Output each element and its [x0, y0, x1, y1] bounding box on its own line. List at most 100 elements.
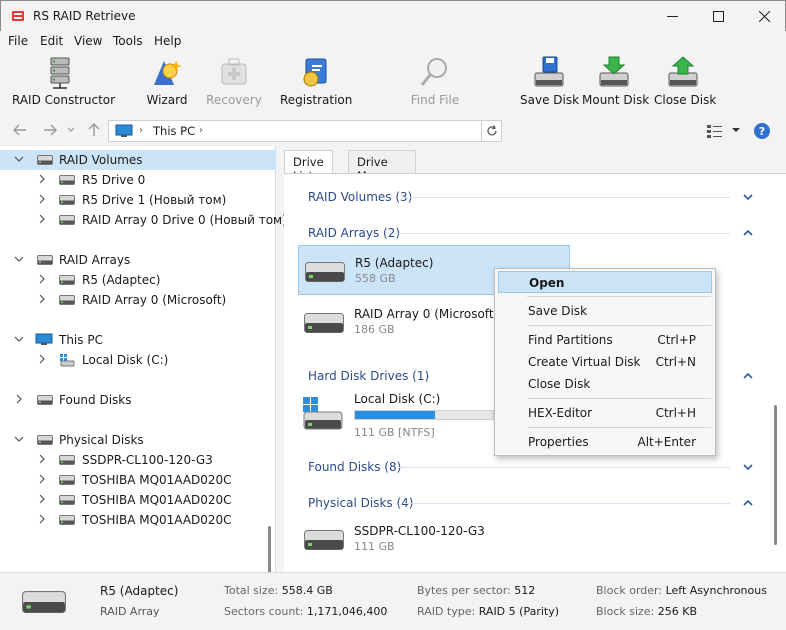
- menu-item-properties[interactable]: Properties Alt+Enter: [498, 431, 712, 453]
- menu-help[interactable]: Help: [154, 34, 181, 48]
- menu-item-find-partitions[interactable]: Find Partitions Ctrl+P: [498, 329, 712, 351]
- tree-item-volume[interactable]: R5 Drive 1 (Новый том): [0, 190, 276, 210]
- help-icon[interactable]: ?: [753, 122, 771, 140]
- chevron-right-icon[interactable]: [37, 194, 47, 204]
- chevron-down-icon[interactable]: [14, 334, 24, 344]
- menu-tools[interactable]: Tools: [113, 34, 143, 48]
- tree-item-physical-disk[interactable]: TOSHIBA MQ01AAD020C: [0, 510, 276, 530]
- collapse-chevron-icon[interactable]: [743, 229, 753, 237]
- close-disk-button[interactable]: Close Disk: [654, 55, 717, 113]
- tree-item-volume[interactable]: RAID Array 0 Drive 0 (Новый том): [0, 210, 287, 230]
- expand-chevron-icon[interactable]: [743, 193, 753, 201]
- chevron-right-icon[interactable]: [37, 294, 47, 304]
- close-disk-label: Close Disk: [654, 93, 717, 107]
- chevron-right-icon[interactable]: [37, 214, 47, 224]
- minimize-button[interactable]: [649, 1, 695, 32]
- address-bar[interactable]: › This PC ›: [108, 120, 502, 142]
- menu-view[interactable]: View: [74, 34, 102, 48]
- status-block-order: Block order: Left Asynchronous: [596, 584, 767, 597]
- disk-icon: [59, 175, 75, 185]
- section-found-disks[interactable]: Found Disks (8): [308, 460, 401, 474]
- tree-item-physical-disk[interactable]: TOSHIBA MQ01AAD020C: [0, 470, 276, 490]
- menu-item-hex-editor[interactable]: HEX-Editor Ctrl+H: [498, 402, 712, 424]
- status-key: Bytes per sector:: [417, 584, 511, 597]
- tree-item-label: SSDPR-CL100-120-G3: [82, 453, 213, 467]
- hard-disk-icon: [304, 530, 344, 550]
- section-raid-volumes[interactable]: RAID Volumes (3): [308, 190, 412, 204]
- status-panel: R5 (Adaptec) RAID Array Total size: 558.…: [0, 572, 786, 630]
- close-icon: [758, 11, 770, 22]
- maximize-button[interactable]: [695, 1, 741, 32]
- breadcrumb-separator-icon: ›: [139, 125, 143, 136]
- tree-item-physical-disk[interactable]: TOSHIBA MQ01AAD020C: [0, 490, 276, 510]
- tab-drive-manager[interactable]: Drive Manager: [348, 150, 417, 183]
- tree-item-physical-disks[interactable]: Physical Disks: [0, 430, 276, 450]
- chevron-down-icon[interactable]: [14, 154, 24, 164]
- back-arrow-icon[interactable]: [12, 122, 28, 138]
- menu-item-open[interactable]: Open: [498, 271, 712, 293]
- tree-item-raid-volumes[interactable]: RAID Volumes: [0, 150, 276, 170]
- save-disk-button[interactable]: Save Disk: [520, 55, 579, 113]
- expand-chevron-icon[interactable]: [743, 463, 753, 471]
- chevron-right-icon[interactable]: [37, 174, 47, 184]
- tree-item-local-disk[interactable]: Local Disk (C:): [0, 350, 276, 370]
- collapse-chevron-icon[interactable]: [743, 372, 753, 380]
- tab-drive-list[interactable]: Drive List: [284, 150, 333, 183]
- tree-item-label: R5 Drive 1 (Новый том): [82, 193, 227, 207]
- breadcrumb-this-pc[interactable]: This PC: [153, 124, 195, 138]
- section-raid-arrays[interactable]: RAID Arrays (2): [308, 226, 400, 240]
- tree-item-raid-arrays[interactable]: RAID Arrays: [0, 250, 276, 270]
- menu-item-close-disk[interactable]: Close Disk: [498, 373, 712, 395]
- tree-item-array[interactable]: R5 (Adaptec): [0, 270, 276, 290]
- tree-item-array[interactable]: RAID Array 0 (Microsoft): [0, 290, 276, 310]
- drive-name: SSDPR-CL100-120-G3: [354, 524, 485, 538]
- chevron-down-icon[interactable]: [14, 254, 24, 264]
- forward-arrow-icon[interactable]: [42, 122, 58, 138]
- wizard-button[interactable]: Wizard: [144, 55, 190, 113]
- list-scrollbar[interactable]: [774, 405, 777, 545]
- chevron-down-icon[interactable]: [14, 434, 24, 444]
- mount-disk-button[interactable]: Mount Disk: [582, 55, 649, 113]
- up-arrow-icon[interactable]: [86, 122, 102, 138]
- chevron-right-icon[interactable]: [37, 514, 47, 524]
- history-dropdown-icon[interactable]: [66, 122, 76, 138]
- raid-constructor-button[interactable]: RAID Constructor: [12, 55, 115, 113]
- menu-item-save-disk[interactable]: Save Disk: [498, 300, 712, 322]
- chevron-right-icon[interactable]: [37, 354, 47, 364]
- menu-edit[interactable]: Edit: [40, 34, 63, 48]
- tree-scrollbar[interactable]: [268, 526, 271, 576]
- tree-item-volume[interactable]: R5 Drive 0: [0, 170, 276, 190]
- drive-size: 558 GB: [355, 272, 396, 285]
- find-file-button[interactable]: Find File: [408, 55, 462, 113]
- menu-item-create-virtual-disk[interactable]: Create Virtual Disk Ctrl+N: [498, 351, 712, 373]
- section-hard-disk-drives[interactable]: Hard Disk Drives (1): [308, 369, 429, 383]
- registration-button[interactable]: Registration: [280, 55, 352, 113]
- menu-file[interactable]: File: [8, 34, 28, 48]
- view-mode-dropdown-icon[interactable]: [731, 126, 741, 134]
- tree-item-physical-disk[interactable]: SSDPR-CL100-120-G3: [0, 450, 276, 470]
- section-divider: [398, 467, 730, 468]
- tree-item-found-disks[interactable]: Found Disks: [0, 390, 276, 410]
- chevron-right-icon[interactable]: [14, 394, 24, 404]
- close-window-button[interactable]: [741, 1, 786, 32]
- status-drive-type: RAID Array: [100, 605, 160, 618]
- tree-item-this-pc[interactable]: This PC: [0, 330, 276, 350]
- navigation-bar: › This PC › ?: [0, 117, 786, 145]
- section-divider: [404, 503, 730, 504]
- recovery-button[interactable]: Recovery: [206, 55, 262, 113]
- tree-item-label: Found Disks: [59, 393, 132, 407]
- tree-item-label: RAID Arrays: [59, 253, 131, 267]
- collapse-chevron-icon[interactable]: [743, 499, 753, 507]
- section-physical-disks[interactable]: Physical Disks (4): [308, 496, 413, 510]
- disk-icon: [59, 515, 75, 525]
- chevron-right-icon[interactable]: [37, 454, 47, 464]
- chevron-right-icon[interactable]: [37, 274, 47, 284]
- chevron-right-icon[interactable]: [37, 474, 47, 484]
- disk-icon: [59, 275, 75, 285]
- drive-item-ssd[interactable]: SSDPR-CL100-120-G3 111 GB: [298, 514, 570, 564]
- chevron-right-icon[interactable]: [37, 494, 47, 504]
- view-mode-icon[interactable]: [706, 123, 724, 139]
- status-sectors-count: Sectors count: 1,171,046,400: [224, 605, 387, 618]
- menu-bar: File Edit View Tools Help: [0, 31, 786, 51]
- refresh-button[interactable]: [481, 121, 501, 141]
